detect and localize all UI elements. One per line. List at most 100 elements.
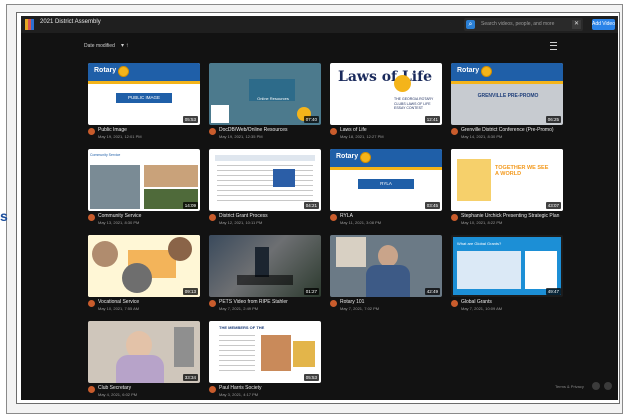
video-tile[interactable]: Rotary PUBLIC IMAGE 05:53 Public Image M…	[88, 63, 200, 141]
video-thumbnail[interactable]: 01:27	[209, 235, 321, 297]
duration-badge: 04:21	[303, 202, 319, 209]
video-thumbnail[interactable]: What are Global Grants? 49:47	[451, 235, 563, 297]
video-thumbnail[interactable]: Rotary PUBLIC IMAGE 05:53	[88, 63, 200, 125]
video-thumbnail[interactable]: TOGETHER WE SEE A WORLD 43:07	[451, 149, 563, 211]
video-tile[interactable]: THE MEMBERS OF THE 05:53 Paul Harris Soc…	[209, 321, 321, 399]
avatar	[209, 214, 216, 221]
video-date: May 19, 2021, 12:35 PM	[219, 134, 263, 139]
avatar	[330, 214, 337, 221]
thumbnail-text: PUBLIC IMAGE	[116, 93, 172, 103]
thumbnail-text: TOGETHER WE SEE A WORLD	[495, 165, 549, 177]
video-thumbnail[interactable]: 09:13	[88, 235, 200, 297]
video-thumbnail[interactable]: Online Resources 07:40	[209, 63, 321, 125]
avatar	[88, 386, 95, 393]
search-box[interactable]: ⌕ Search videos, people, and more ✕	[464, 18, 583, 31]
video-thumbnail[interactable]: 04:21	[209, 149, 321, 211]
video-thumbnail[interactable]: 33:34	[88, 321, 200, 383]
video-title[interactable]: Public Image	[98, 127, 127, 133]
duration-badge: 03:45	[424, 202, 440, 209]
add-video-button[interactable]: Add Video	[592, 19, 615, 30]
title-bar: 2021 District Assembly ⌕ Search videos, …	[21, 16, 618, 33]
duration-badge: 43:07	[545, 202, 561, 209]
video-thumbnail[interactable]: Rotary RYLA 03:45	[330, 149, 442, 211]
video-tile[interactable]: 09:13 Vocational Service May 10, 2021, 7…	[88, 235, 200, 313]
duration-badge: 05:53	[182, 116, 198, 123]
video-thumbnail[interactable]: 42:49	[330, 235, 442, 297]
video-title[interactable]: PETS Video from RIPE Stahler	[219, 299, 288, 305]
video-thumbnail[interactable]: Rotary GRENVILLE PRE-PROMO 06:25	[451, 63, 563, 125]
video-thumbnail[interactable]: Laws of Life THE GEORGIA ROTARY CLUBS LA…	[330, 63, 442, 125]
duration-badge: 33:34	[182, 374, 198, 381]
duration-badge: 07:40	[303, 116, 319, 123]
search-clear-icon[interactable]: ✕	[572, 20, 581, 29]
video-grid: Rotary PUBLIC IMAGE 05:53 Public Image M…	[88, 63, 563, 397]
thumbnail-text: Online Resources	[257, 96, 289, 101]
video-tile[interactable]: 01:27 PETS Video from RIPE Stahler May 7…	[209, 235, 321, 313]
thumbnail-text: THE MEMBERS OF THE	[219, 325, 265, 330]
video-title[interactable]: Global Grants	[461, 299, 492, 305]
video-thumbnail[interactable]: Community Service 14:09	[88, 149, 200, 211]
video-tile[interactable]: Community Service 14:09 Community Servic…	[88, 149, 200, 227]
avatar	[330, 128, 337, 135]
sort-direction-icon[interactable]: ▾ ↑	[121, 42, 129, 49]
terms-link[interactable]: Terms & Privacy	[555, 384, 584, 389]
video-tile[interactable]: Rotary RYLA 03:45 RYLA May 11, 2021, 3:0…	[330, 149, 442, 227]
duration-badge: 05:53	[303, 374, 319, 381]
search-input[interactable]: Search videos, people, and more	[481, 21, 554, 27]
sort-dropdown[interactable]: Date modified	[84, 43, 115, 49]
video-title[interactable]: RYLA	[340, 213, 353, 219]
duration-badge: 09:13	[182, 288, 198, 295]
app-title: 2021 District Assembly	[40, 19, 101, 25]
video-date: May 3, 2021, 4:17 PM	[219, 392, 259, 397]
video-tile[interactable]: TOGETHER WE SEE A WORLD 43:07 Stephanie …	[451, 149, 563, 227]
video-tile[interactable]: 33:34 Club Secretary May 4, 2021, 6:02 P…	[88, 321, 200, 399]
video-date: May 12, 2021, 10:11 PM	[219, 220, 263, 225]
video-tile[interactable]: 04:21 District Grant Process May 12, 202…	[209, 149, 321, 227]
video-title[interactable]: Club Secretary	[98, 385, 131, 391]
duration-badge: 01:27	[303, 288, 319, 295]
thumbnail-text: RYLA	[358, 179, 414, 189]
avatar	[209, 128, 216, 135]
video-title[interactable]: Paul Harris Society	[219, 385, 262, 391]
list-view-icon[interactable]	[550, 42, 557, 50]
avatar	[451, 214, 458, 221]
video-date: May 7, 2021, 10:09 AM	[461, 306, 503, 311]
toolbar: Date modified ▾ ↑	[21, 33, 618, 55]
video-title[interactable]: District Grant Process	[219, 213, 268, 219]
video-tile[interactable]: 42:49 Rotary 101 May 7, 2021, 7:02 PM	[330, 235, 442, 313]
settings-icon[interactable]	[604, 382, 612, 390]
video-title[interactable]: Rotary 101	[340, 299, 364, 305]
video-date: May 7, 2021, 2:49 PM	[219, 306, 259, 311]
duration-badge: 14:09	[182, 202, 198, 209]
video-title[interactable]: DocDB/Web/Online Resources	[219, 127, 288, 133]
duration-badge: 12:41	[424, 116, 440, 123]
avatar	[88, 128, 95, 135]
help-icon[interactable]	[592, 382, 600, 390]
video-tile[interactable]: Rotary GRENVILLE PRE-PROMO 06:25 Grenvil…	[451, 63, 563, 141]
avatar	[451, 300, 458, 307]
duration-badge: 06:25	[545, 116, 561, 123]
thumbnail-text: What are Global Grants?	[457, 241, 502, 246]
video-title[interactable]: Stephanie Urchick Presenting Strategic P…	[461, 213, 559, 219]
thumbnail-text: Community Service	[90, 153, 124, 163]
video-title[interactable]: Vocational Service	[98, 299, 139, 305]
search-icon[interactable]: ⌕	[466, 20, 475, 29]
video-tile[interactable]: Laws of Life THE GEORGIA ROTARY CLUBS LA…	[330, 63, 442, 141]
video-date: May 7, 2021, 7:02 PM	[340, 306, 380, 311]
video-date: May 18, 2021, 12:27 PM	[340, 134, 384, 139]
avatar	[451, 128, 458, 135]
avatar	[330, 300, 337, 307]
avatar	[88, 300, 95, 307]
video-date: May 10, 2021, 8:22 PM	[461, 220, 503, 225]
video-thumbnail[interactable]: THE MEMBERS OF THE 05:53	[209, 321, 321, 383]
video-tile[interactable]: What are Global Grants? 49:47 Global Gra…	[451, 235, 563, 313]
video-tile[interactable]: Online Resources 07:40 DocDB/Web/Online …	[209, 63, 321, 141]
video-library-app: 2021 District Assembly ⌕ Search videos, …	[21, 16, 618, 400]
video-date: May 14, 2021, 8:30 PM	[461, 134, 503, 139]
video-title[interactable]: Community Service	[98, 213, 141, 219]
video-date: May 11, 2021, 3:08 PM	[340, 220, 382, 225]
video-title[interactable]: Grenville District Conference (Pre-Promo…	[461, 127, 554, 133]
rotary-wheel-icon	[394, 75, 411, 92]
video-title[interactable]: Laws of Life	[340, 127, 367, 133]
video-date: May 13, 2021, 8:30 PM	[98, 220, 140, 225]
